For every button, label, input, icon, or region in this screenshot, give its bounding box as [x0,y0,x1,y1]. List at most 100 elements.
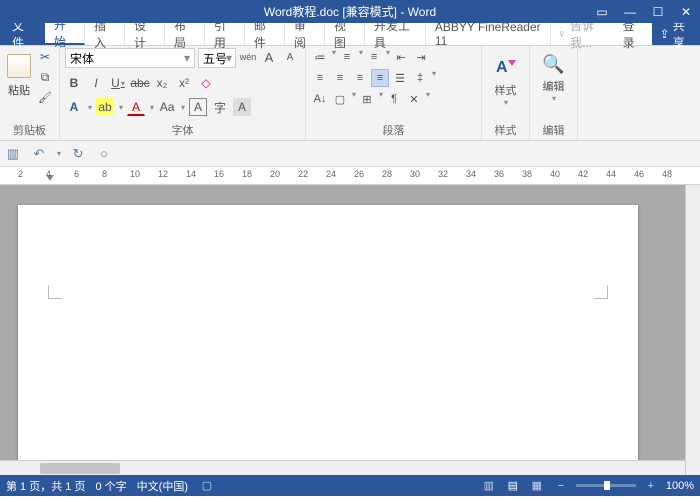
ruler-tick: 26 [354,169,364,179]
bullets-button[interactable]: ≔ [311,48,329,66]
minimize-button[interactable]: — [616,0,644,23]
tab-abbyy[interactable]: ABBYY FineReader 11 [426,23,551,45]
ruler-tick: 24 [326,169,336,179]
ruler-tick: 46 [634,169,644,179]
shading-button[interactable]: ▢ [331,90,349,108]
document-page[interactable] [18,205,638,475]
zoom-slider[interactable] [576,484,636,487]
superscript-button[interactable]: x² [175,74,193,92]
ruler-tick: 40 [550,169,560,179]
zoom-out-button[interactable]: − [552,478,570,494]
group-clipboard-label: 剪贴板 [5,120,54,140]
borders-button[interactable]: ⊞ [358,90,376,108]
highlight-button[interactable]: ab [96,98,114,116]
editing-label: 编辑 [543,78,565,94]
tab-design[interactable]: 设计 [125,23,165,45]
language-indicator[interactable]: 中文(中国) [137,478,188,494]
change-case-button[interactable]: Aa [158,98,176,116]
tab-references[interactable]: 引用 [205,23,245,45]
align-left-button[interactable]: ≡ [311,69,329,87]
decrease-indent-button[interactable]: ⇤ [392,48,410,66]
tab-home[interactable]: 开始 [45,23,85,45]
title-bar: Word教程.doc [兼容模式] - Word ▭ — ☐ ✕ [0,0,700,23]
multilevel-button[interactable]: ≡ [365,48,383,66]
show-marks-button[interactable]: ¶ [385,90,403,108]
ruler-tick: 32 [438,169,448,179]
align-center-button[interactable]: ≡ [331,69,349,87]
underline-button[interactable]: U▾ [109,74,127,92]
increase-indent-button[interactable]: ⇥ [412,48,430,66]
numbering-button[interactable]: ≡ [338,48,356,66]
font-name-combo[interactable]: 宋体 [65,48,195,68]
justify-button[interactable]: ≡ [371,69,389,87]
char-border-button[interactable]: A [189,98,207,116]
save-button[interactable]: ▥ [4,145,22,163]
clear-formatting-button[interactable]: ◇ [197,74,215,92]
tab-layout[interactable]: 布局 [165,23,205,45]
group-editing: 🔍 编辑 ▾ 编辑 [530,46,578,140]
redo-button[interactable]: ↻ [69,145,87,163]
group-paragraph: ≔▾ ≡▾ ≡▾ ⇤ ⇥ ≡ ≡ ≡ ≡ ☰ ‡▾ A↓ ▢▾ ⊞▾ ¶ ✕▾ [306,46,482,140]
font-color-button[interactable]: A [127,98,145,116]
grow-font-button[interactable]: A [260,48,278,66]
paste-button[interactable]: 粘贴 [5,48,33,104]
ruler-tick: 8 [102,169,107,179]
subscript-button[interactable]: x₂ [153,74,171,92]
horizontal-ruler[interactable]: 2468101214161820222426283032343638404244… [0,167,700,185]
shrink-font-button[interactable]: A [281,48,299,66]
distributed-button[interactable]: ☰ [391,69,409,87]
ruler-tick: 2 [18,169,23,179]
web-layout-button[interactable]: ▦ [528,478,546,494]
font-size-combo[interactable]: 五号 [198,48,236,68]
format-painter-button[interactable] [36,88,54,106]
strikethrough-button[interactable]: abc [131,74,149,92]
word-count[interactable]: 0 个字 [95,478,126,494]
text-effects-button[interactable]: A [65,98,83,116]
ruler-tick: 16 [214,169,224,179]
tab-insert[interactable]: 插入 [85,23,125,45]
align-right-button[interactable]: ≡ [351,69,369,87]
zoom-level[interactable]: 100% [666,480,694,492]
sort-button[interactable]: A↓ [311,90,329,108]
page-indicator[interactable]: 第 1 页，共 1 页 [6,478,85,494]
horizontal-scrollbar[interactable] [0,460,685,475]
undo-button[interactable]: ↶ [30,145,48,163]
undo-dropdown[interactable]: ▾ [57,149,61,158]
touch-mode-button[interactable]: ○ [95,145,113,163]
horizontal-scroll-thumb[interactable] [40,463,120,474]
cut-button[interactable] [36,48,54,66]
styles-icon: A [492,52,520,80]
tab-view[interactable]: 视图 [325,23,365,45]
styles-button[interactable]: A 样式 ▾ [488,48,524,107]
line-spacing-button[interactable]: ‡ [411,69,429,87]
group-paragraph-label: 段落 [311,120,476,140]
char-shading-button[interactable]: A [233,98,251,116]
group-font: 宋体 五号 wén A A B I U▾ abc x₂ x² ◇ A▾ ab▾ … [60,46,306,140]
editing-button[interactable]: 🔍 编辑 ▾ [536,48,572,103]
enclose-char-button[interactable]: 字 [211,98,229,116]
italic-button[interactable]: I [87,74,105,92]
share-button[interactable]: ⇪ 共享 [652,23,700,45]
tab-mailings[interactable]: 邮件 [245,23,285,45]
tab-developer[interactable]: 开发工具 [365,23,426,45]
ruler-tick: 18 [242,169,252,179]
tab-review[interactable]: 审阅 [285,23,325,45]
zoom-slider-thumb[interactable] [604,481,610,490]
bold-button[interactable]: B [65,74,83,92]
macro-record-icon[interactable]: ▢ [198,478,216,494]
ruler-tick: 38 [522,169,532,179]
copy-button[interactable] [36,68,54,86]
snap-grid-button[interactable]: ✕ [405,90,423,108]
close-button[interactable]: ✕ [672,0,700,23]
phonetic-guide-button[interactable]: wén [239,48,257,66]
tell-me-search[interactable]: ♀ 告诉我... [551,23,615,45]
maximize-button[interactable]: ☐ [644,0,672,23]
print-layout-button[interactable]: ▤ [504,478,522,494]
read-mode-button[interactable]: ▥ [480,478,498,494]
margin-corner-tr [594,285,608,299]
ribbon-options-button[interactable]: ▭ [588,0,616,23]
sign-in-button[interactable]: 登录 [615,23,652,45]
vertical-scrollbar[interactable] [685,185,700,475]
tab-file[interactable]: 文件 [0,23,45,45]
zoom-in-button[interactable]: + [642,478,660,494]
